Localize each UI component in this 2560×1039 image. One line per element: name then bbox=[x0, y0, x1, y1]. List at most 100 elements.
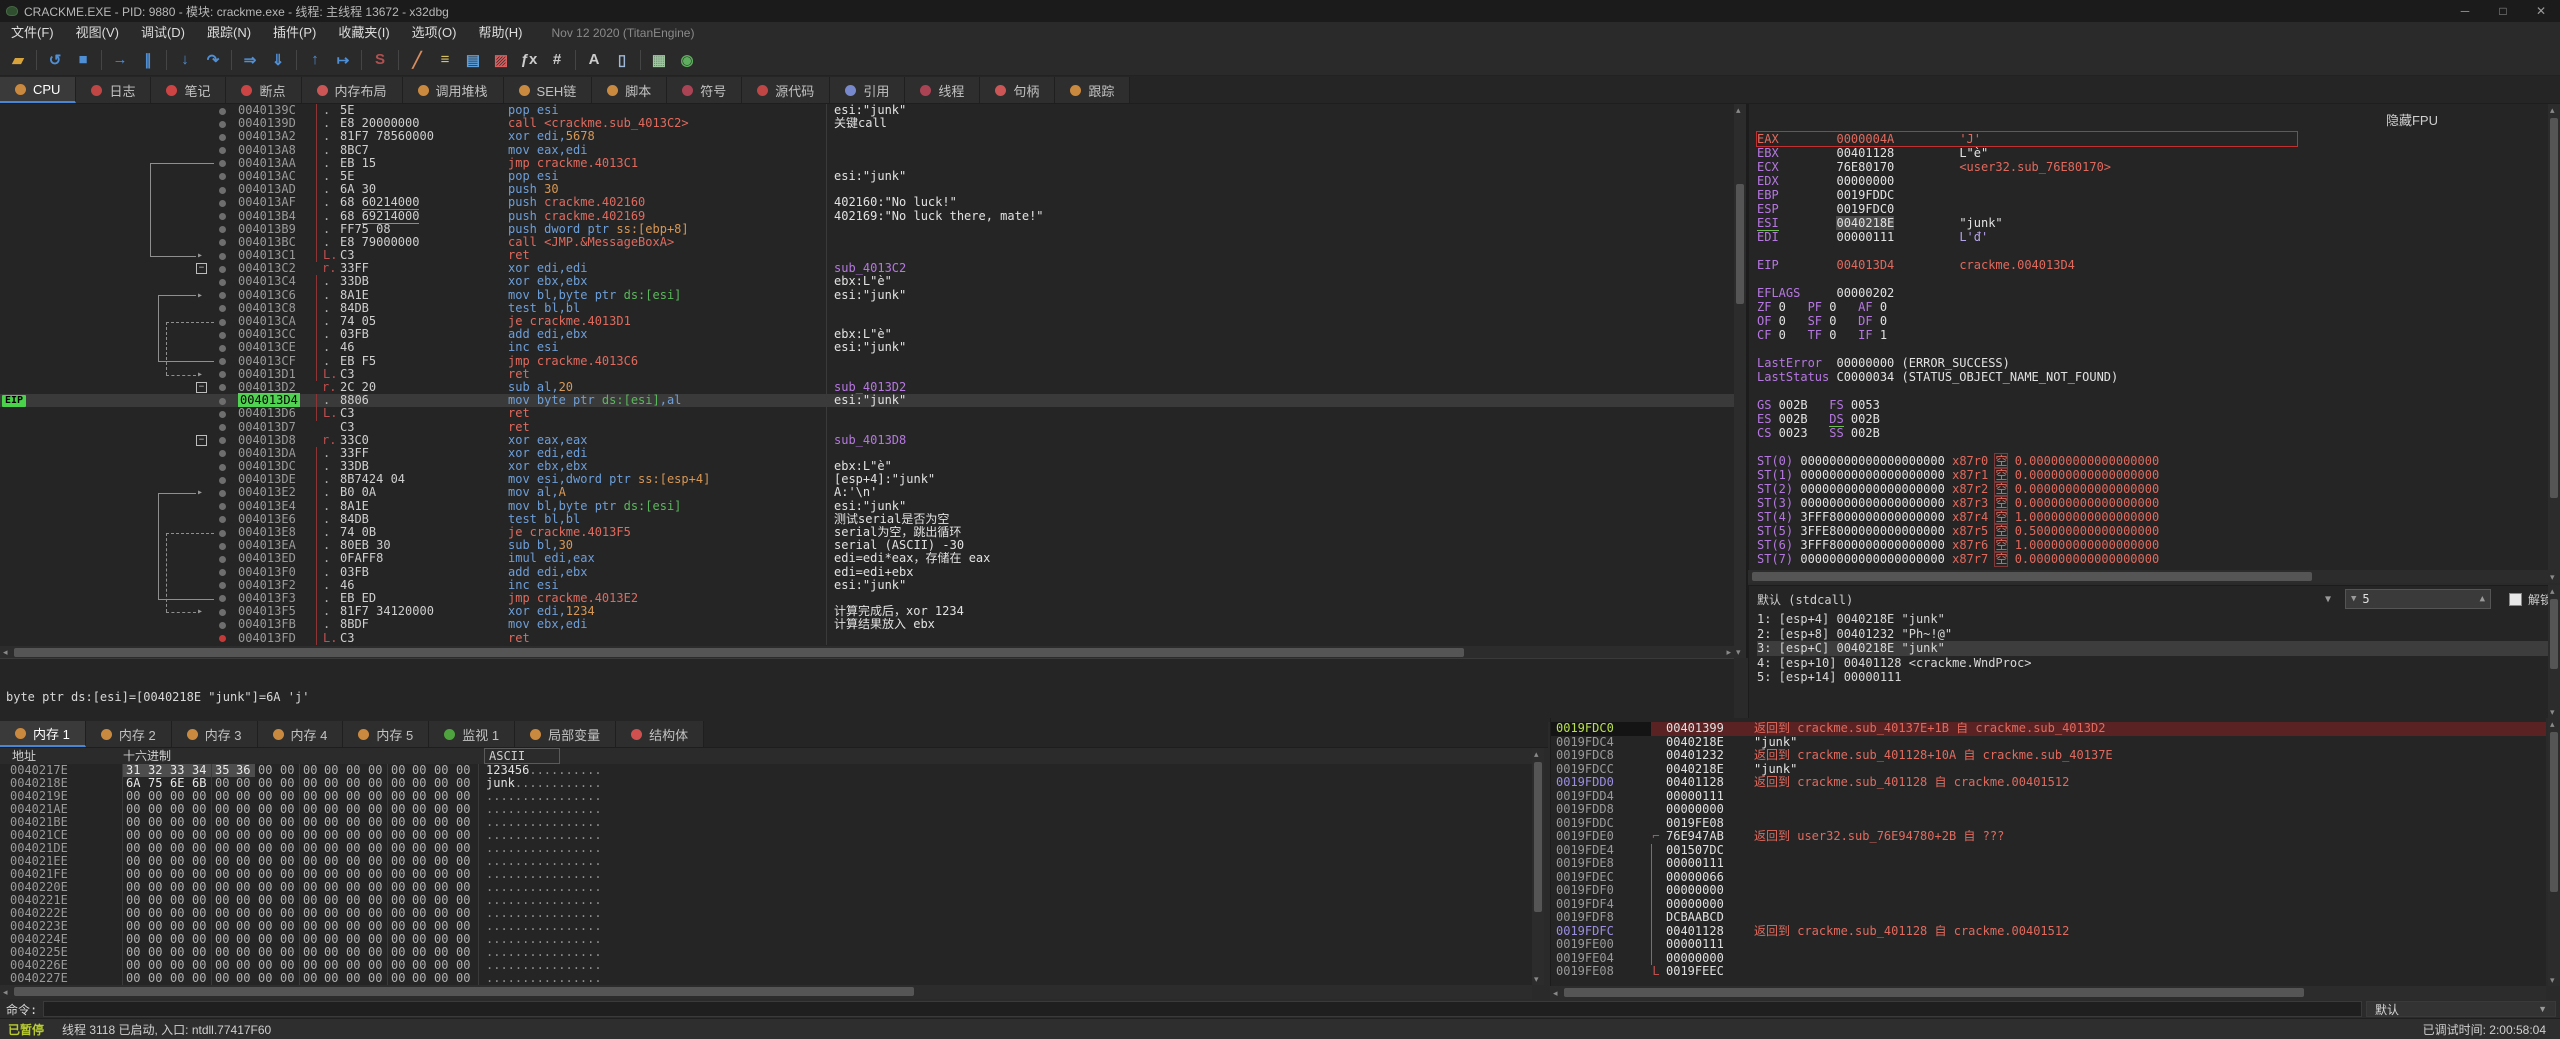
stack-row[interactable]: 0019FDF4 00000000 bbox=[1551, 897, 2546, 911]
stack-row[interactable]: 0019FDDC 0019FE08 bbox=[1551, 816, 2546, 831]
instruction-dot-icon[interactable] bbox=[219, 239, 226, 247]
scroll-left-arrow[interactable]: ◂ bbox=[1553, 987, 1558, 999]
tab-CPU[interactable]: CPU bbox=[0, 77, 77, 103]
disasm-row[interactable]: 004013CE. 46 inc esi esi:"junk" bbox=[0, 341, 1734, 355]
registers-vscrollbar[interactable]: ▴ ▾ bbox=[2548, 104, 2560, 583]
instruction-dot-icon[interactable] bbox=[219, 186, 226, 194]
dump-row[interactable]: 0040217E 31 32 33 34 35 36 00 00 00 00 00 00 00 00 00 00… bbox=[0, 764, 1532, 777]
disasm-row[interactable]: 004013E4. 8A1E mov bl,byte ptr ds:[esi] esi… bbox=[0, 499, 1734, 513]
instruction-dot-icon[interactable] bbox=[219, 252, 226, 260]
scroll-right-arrow[interactable]: ▸ bbox=[1726, 646, 1731, 658]
disassembly-view[interactable]: 0040139C. 5E pop esi esi:"junk" 0040139D. E8 … bbox=[0, 104, 1734, 646]
tab-内存 2[interactable]: 内存 2 bbox=[85, 721, 172, 747]
dump-row[interactable]: 004021DE 00 00 00 00 00 00 00 00 00 00 00 00 00 00 00 00… bbox=[0, 842, 1532, 855]
scroll-up-arrow[interactable]: ▴ bbox=[2550, 718, 2555, 730]
dump-header-address[interactable]: 地址 bbox=[0, 748, 123, 764]
scroll-down-arrow[interactable]: ▾ bbox=[2550, 571, 2555, 583]
register-line[interactable] bbox=[1757, 244, 2297, 258]
scroll-down-arrow[interactable]: ▾ bbox=[1736, 646, 1741, 658]
tab-符号[interactable]: 符号 bbox=[667, 77, 743, 103]
instruction-dot-icon[interactable] bbox=[219, 608, 226, 616]
disasm-hscrollbar[interactable]: ◂ ▸ bbox=[0, 645, 1734, 659]
instruction-dot-icon[interactable] bbox=[219, 437, 226, 445]
tab-日志[interactable]: 日志 bbox=[76, 77, 152, 103]
register-line[interactable]: ESI 0040218E "junk" bbox=[1757, 216, 2297, 231]
instruction-dot-icon[interactable] bbox=[219, 278, 226, 286]
stack-row[interactable]: 0019FDC8 00401232 返回到 crackme.sub_401128+1… bbox=[1551, 748, 2546, 763]
stack-row[interactable]: 0019FDEC 00000066 bbox=[1551, 870, 2546, 884]
disasm-row[interactable]: 004013A8. 8BC7 mov eax,edi bbox=[0, 143, 1734, 157]
instruction-dot-icon[interactable] bbox=[219, 397, 226, 405]
breakpoints-icon[interactable]: ▤ bbox=[460, 48, 486, 72]
stack-row[interactable]: 0019FDD0 00401128 返回到 crackme.sub_401128 自… bbox=[1551, 775, 2546, 790]
register-line[interactable]: EAX 0000004A 'J' bbox=[1756, 131, 2298, 147]
hide-fpu-button[interactable]: 隐藏FPU bbox=[2386, 110, 2438, 129]
dump-row[interactable]: 004021CE 00 00 00 00 00 00 00 00 00 00 00 00 00 00 00 00… bbox=[0, 829, 1532, 842]
register-line[interactable]: EDI 00000111 L'đ' bbox=[1757, 230, 2297, 244]
comment-icon[interactable]: ≡ bbox=[432, 48, 458, 72]
dump-byte[interactable]: 00 bbox=[343, 972, 365, 985]
dump-row[interactable]: 0040222E 00 00 00 00 00 00 00 00 00 00 00 00 00 00 00 00… bbox=[0, 907, 1532, 920]
scroll-thumb[interactable] bbox=[1752, 572, 2312, 581]
scroll-thumb[interactable] bbox=[1534, 762, 1542, 912]
instruction-dot-icon[interactable] bbox=[219, 199, 226, 207]
registers-hscrollbar[interactable] bbox=[1748, 570, 2548, 583]
disasm-vscrollbar[interactable]: ▴ ▾ bbox=[1734, 104, 1746, 658]
instruction-dot-icon[interactable] bbox=[219, 542, 226, 550]
register-line[interactable]: CS 0023 SS 002B bbox=[1757, 426, 2297, 440]
tab-句柄[interactable]: 句柄 bbox=[980, 77, 1056, 103]
register-line[interactable]: ST(7) 00000000000000000000 x87r7 空 0.000… bbox=[1757, 551, 2297, 567]
menu-item[interactable]: 视图(V) bbox=[65, 22, 130, 44]
register-line[interactable]: LastStatus C0000034 (STATUS_OBJECT_NAME_… bbox=[1757, 370, 2297, 384]
dump-byte[interactable]: 00 bbox=[299, 972, 321, 985]
register-line[interactable]: ST(5) 3FFE8000000000000000 x87r5 空 0.500… bbox=[1757, 523, 2297, 539]
instruction-dot-icon[interactable] bbox=[219, 476, 226, 484]
instruction-dot-icon[interactable] bbox=[219, 621, 226, 629]
menu-item[interactable]: 插件(P) bbox=[262, 22, 327, 44]
tab-调用堆栈[interactable]: 调用堆栈 bbox=[402, 77, 504, 103]
dump-byte[interactable]: 00 bbox=[453, 972, 475, 985]
dump-row[interactable]: 0040221E 00 00 00 00 00 00 00 00 00 00 00 00 00 00 00 00… bbox=[0, 894, 1532, 907]
disasm-row[interactable]: ▸ 004013C6. 8A1E mov bl,byte ptr ds:[esi] es… bbox=[0, 288, 1734, 302]
dump-row[interactable]: 0040224E 00 00 00 00 00 00 00 00 00 00 00 00 00 00 00 00… bbox=[0, 933, 1532, 946]
stack-vscrollbar[interactable]: ▴ ▾ bbox=[2548, 718, 2560, 986]
tab-局部变量[interactable]: 局部变量 bbox=[515, 721, 617, 747]
stack-row[interactable]: 0019FDE0 ⌐ 76E947AB 返回到 user32.sub_76E94780… bbox=[1551, 829, 2546, 844]
register-line[interactable]: GS 002B FS 0053 bbox=[1757, 398, 2297, 412]
menu-item[interactable]: 调试(D) bbox=[130, 22, 196, 44]
instruction-dot-icon[interactable] bbox=[219, 503, 226, 511]
scroll-left-arrow[interactable]: ◂ bbox=[3, 986, 8, 998]
dump-header-ascii[interactable]: ASCII bbox=[478, 748, 561, 764]
instruction-dot-icon[interactable] bbox=[219, 371, 226, 379]
tab-监视 1[interactable]: 监视 1 bbox=[429, 721, 516, 747]
dump-byte[interactable]: 00 bbox=[123, 972, 145, 985]
dump-byte[interactable]: 00 bbox=[365, 972, 387, 985]
instruction-dot-icon[interactable] bbox=[219, 173, 226, 181]
dump-row[interactable]: 004021BE 00 00 00 00 00 00 00 00 00 00 00 00 00 00 00 00… bbox=[0, 816, 1532, 829]
dump-row[interactable]: 0040227E 00 00 00 00 00 00 00 00 00 00 00 00 00 00 00 00… bbox=[0, 972, 1532, 985]
stack-hscrollbar[interactable]: ◂ bbox=[1550, 986, 2546, 1000]
instruction-dot-icon[interactable] bbox=[219, 424, 226, 431]
tab-线程[interactable]: 线程 bbox=[905, 77, 981, 103]
instruction-dot-icon[interactable] bbox=[219, 516, 226, 524]
scroll-up-arrow[interactable]: ▴ bbox=[2550, 585, 2555, 597]
strings-icon[interactable]: A bbox=[581, 48, 607, 72]
tab-内存 5[interactable]: 内存 5 bbox=[343, 721, 430, 747]
instruction-dot-icon[interactable] bbox=[219, 463, 226, 471]
register-line[interactable]: ST(1) 00000000000000000000 x87r1 空 0.000… bbox=[1757, 467, 2297, 483]
argument-row[interactable]: 3: [esp+C] 0040218E "junk" bbox=[1757, 641, 2560, 656]
instruction-dot-icon[interactable] bbox=[219, 384, 226, 392]
instruction-dot-icon[interactable] bbox=[219, 318, 226, 326]
disasm-row[interactable]: − 004013D8 r. 33C0 xor eax,eax sub_4013D8 bbox=[0, 433, 1734, 447]
menu-item[interactable]: 跟踪(N) bbox=[196, 22, 262, 44]
collapse-function-icon[interactable]: − bbox=[196, 263, 207, 275]
dump-byte[interactable]: 00 bbox=[189, 972, 211, 985]
register-line[interactable]: ST(0) 00000000000000000000 x87r0 空 0.000… bbox=[1757, 453, 2297, 469]
instruction-dot-icon[interactable] bbox=[219, 555, 226, 563]
register-line[interactable]: CF 0 TF 0 IF 1 bbox=[1757, 328, 2297, 342]
register-line[interactable]: EBP 0019FDDC bbox=[1757, 188, 2297, 202]
instruction-dot-icon[interactable] bbox=[219, 107, 226, 115]
disasm-row[interactable]: 004013C4. 33DB xor ebx,ebx ebx:L"è" bbox=[0, 275, 1734, 289]
dump-byte[interactable]: 00 bbox=[387, 972, 409, 985]
stack-row[interactable]: 0019FE04 00000000 bbox=[1551, 951, 2546, 965]
